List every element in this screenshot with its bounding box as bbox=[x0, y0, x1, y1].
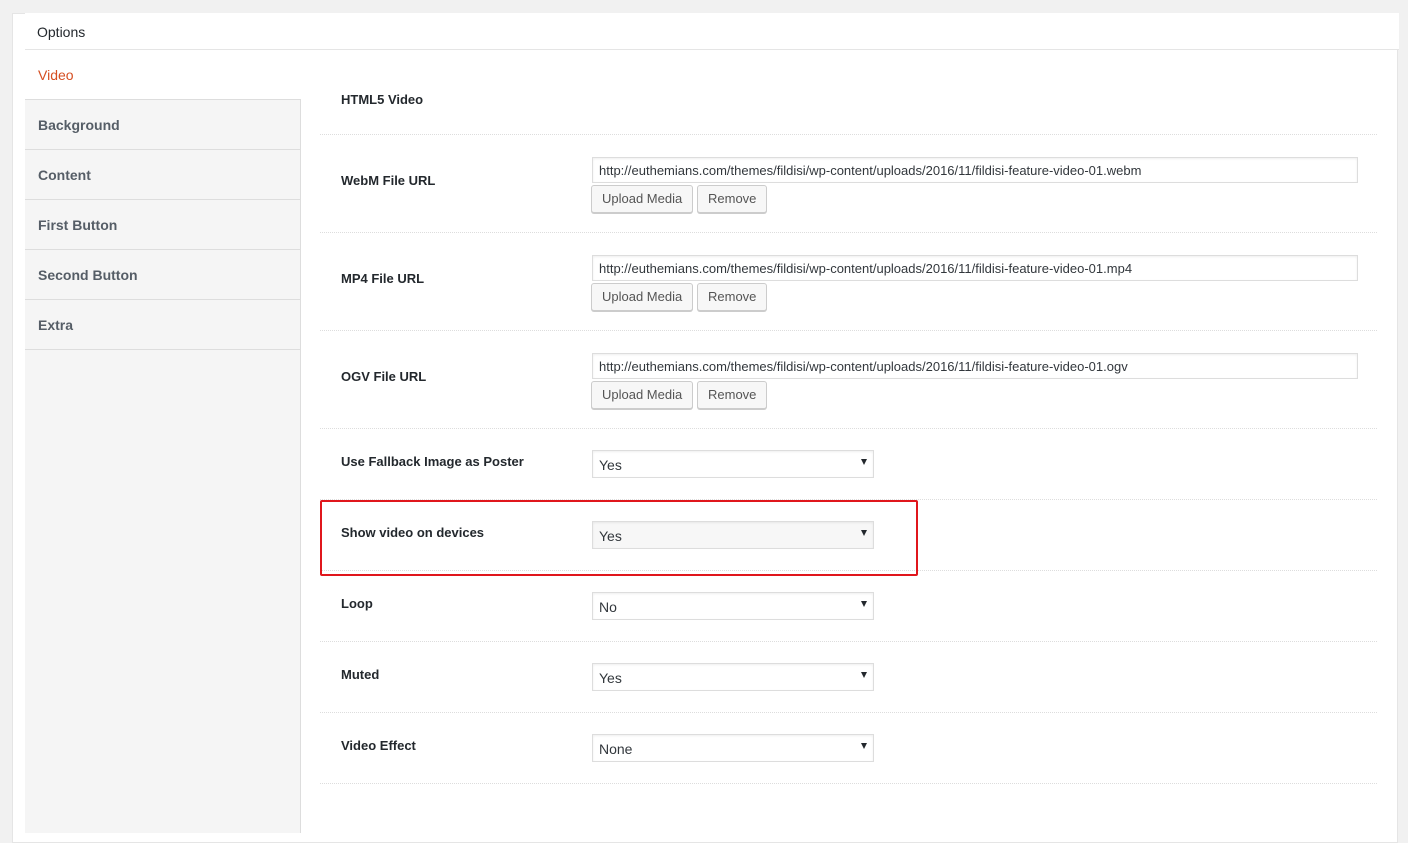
chevron-down-icon bbox=[861, 530, 867, 536]
chevron-down-icon bbox=[861, 672, 867, 678]
sidebar-item-label: Second Button bbox=[38, 267, 138, 283]
sidebar-item-video[interactable]: Video bbox=[25, 50, 301, 100]
mp4-row: MP4 File URL Upload Media Remove bbox=[320, 233, 1377, 331]
mp4-label: MP4 File URL bbox=[341, 271, 425, 286]
sidebar-item-label: Extra bbox=[38, 317, 74, 333]
sidebar-item-label: Background bbox=[38, 117, 120, 133]
video-effect-row: Video Effect None bbox=[320, 713, 1377, 784]
webm-url-input[interactable] bbox=[592, 157, 1358, 183]
sidebar-item-content[interactable]: Content bbox=[25, 150, 301, 200]
show-on-devices-select[interactable]: Yes bbox=[592, 521, 874, 549]
muted-row: Muted Yes bbox=[320, 642, 1377, 713]
loop-row: Loop No bbox=[320, 571, 1377, 642]
panel-header: Options bbox=[25, 13, 1399, 50]
loop-value: No bbox=[599, 599, 617, 615]
show-on-devices-label: Show video on devices bbox=[341, 525, 485, 540]
panel-title: Options bbox=[37, 24, 86, 40]
muted-select[interactable]: Yes bbox=[592, 663, 874, 691]
sidebar-item-background[interactable]: Background bbox=[25, 100, 301, 150]
ogv-url-input[interactable] bbox=[592, 353, 1358, 379]
chevron-down-icon bbox=[861, 743, 867, 749]
options-sidebar: Video Background Content First Button Se… bbox=[25, 50, 301, 833]
show-on-devices-row: Show video on devices Yes bbox=[320, 500, 1377, 571]
webm-remove-button[interactable]: Remove bbox=[697, 185, 768, 213]
video-effect-value: None bbox=[599, 741, 633, 757]
loop-label: Loop bbox=[341, 596, 373, 611]
chevron-down-icon bbox=[861, 459, 867, 465]
sidebar-item-first-button[interactable]: First Button bbox=[25, 200, 301, 250]
muted-label: Muted bbox=[341, 667, 380, 682]
ogv-row: OGV File URL Upload Media Remove bbox=[320, 331, 1377, 429]
video-effect-label: Video Effect bbox=[341, 738, 416, 753]
section-heading-row: HTML5 Video bbox=[320, 62, 1377, 135]
ogv-upload-media-button[interactable]: Upload Media bbox=[591, 381, 694, 409]
mp4-remove-button[interactable]: Remove bbox=[697, 283, 768, 311]
sidebar-item-extra[interactable]: Extra bbox=[25, 300, 301, 350]
mp4-upload-media-button[interactable]: Upload Media bbox=[591, 283, 694, 311]
show-on-devices-value: Yes bbox=[599, 528, 622, 544]
section-heading: HTML5 Video bbox=[341, 92, 424, 107]
video-effect-select[interactable]: None bbox=[592, 734, 874, 762]
sidebar-item-label: Video bbox=[38, 67, 74, 83]
sidebar-item-label: Content bbox=[38, 167, 91, 183]
webm-upload-media-button[interactable]: Upload Media bbox=[591, 185, 694, 213]
mp4-url-input[interactable] bbox=[592, 255, 1358, 281]
fallback-poster-row: Use Fallback Image as Poster Yes bbox=[320, 429, 1377, 500]
sidebar-item-second-button[interactable]: Second Button bbox=[25, 250, 301, 300]
ogv-remove-button[interactable]: Remove bbox=[697, 381, 768, 409]
fallback-poster-value: Yes bbox=[599, 457, 622, 473]
fallback-poster-label: Use Fallback Image as Poster bbox=[341, 454, 524, 469]
loop-select[interactable]: No bbox=[592, 592, 874, 620]
sidebar-item-label: First Button bbox=[38, 217, 118, 233]
chevron-down-icon bbox=[861, 601, 867, 607]
fallback-poster-select[interactable]: Yes bbox=[592, 450, 874, 478]
muted-value: Yes bbox=[599, 670, 622, 686]
ogv-label: OGV File URL bbox=[341, 369, 427, 384]
webm-label: WebM File URL bbox=[341, 173, 436, 188]
webm-row: WebM File URL Upload Media Remove bbox=[320, 135, 1377, 233]
